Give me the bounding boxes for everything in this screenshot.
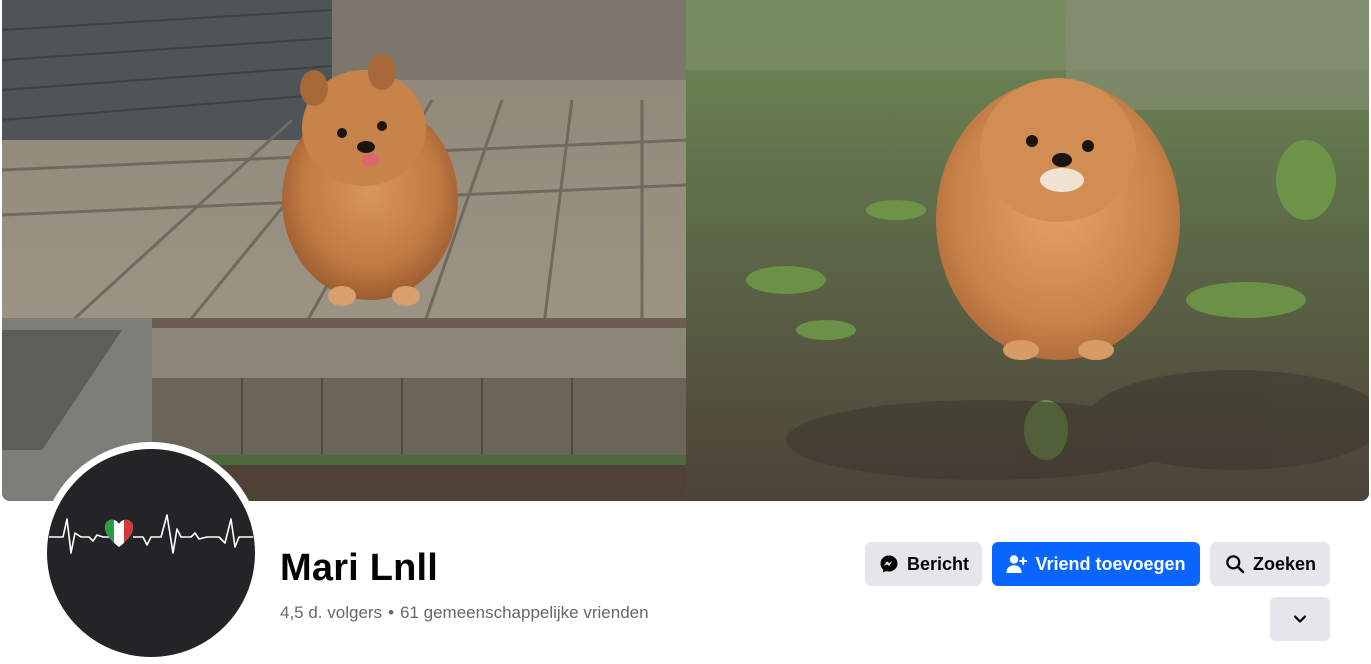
message-button[interactable]: Bericht [865, 542, 982, 586]
profile-name: Mari Lnll [280, 547, 439, 589]
profile-meta: 4,5 d. volgers • 61 gemeenschappelijke vri… [280, 603, 649, 623]
search-button-label: Zoeken [1252, 553, 1317, 574]
profile-header: Mari Lnll 4,5 d. volgers • 61 gemeenschapp… [0, 0, 1371, 664]
heartbeat-italy-heart-icon [49, 514, 253, 554]
add-friend-button[interactable]: Vriend toevoegen [992, 542, 1200, 586]
followers-count[interactable]: 4,5 d. volgers [280, 603, 382, 622]
search-icon [1224, 553, 1246, 575]
add-friend-button-label: Vriend toevoegen [1035, 553, 1186, 574]
message-button-label: Bericht [906, 553, 969, 574]
meta-separator: • [388, 603, 395, 622]
person-add-icon [1006, 553, 1028, 575]
cover-photo-left-dog-on-deck [2, 0, 686, 501]
cover-photo-right-dog-on-grass [686, 0, 1369, 501]
chevron-down-icon [1289, 608, 1311, 630]
search-button[interactable]: Zoeken [1210, 542, 1330, 586]
mutual-friends-count[interactable]: 61 gemeenschappelijke vrienden [400, 603, 649, 622]
messenger-icon [878, 553, 900, 575]
more-options-button[interactable] [1270, 597, 1330, 641]
cover-photo[interactable] [2, 0, 1369, 501]
avatar[interactable] [47, 449, 255, 657]
